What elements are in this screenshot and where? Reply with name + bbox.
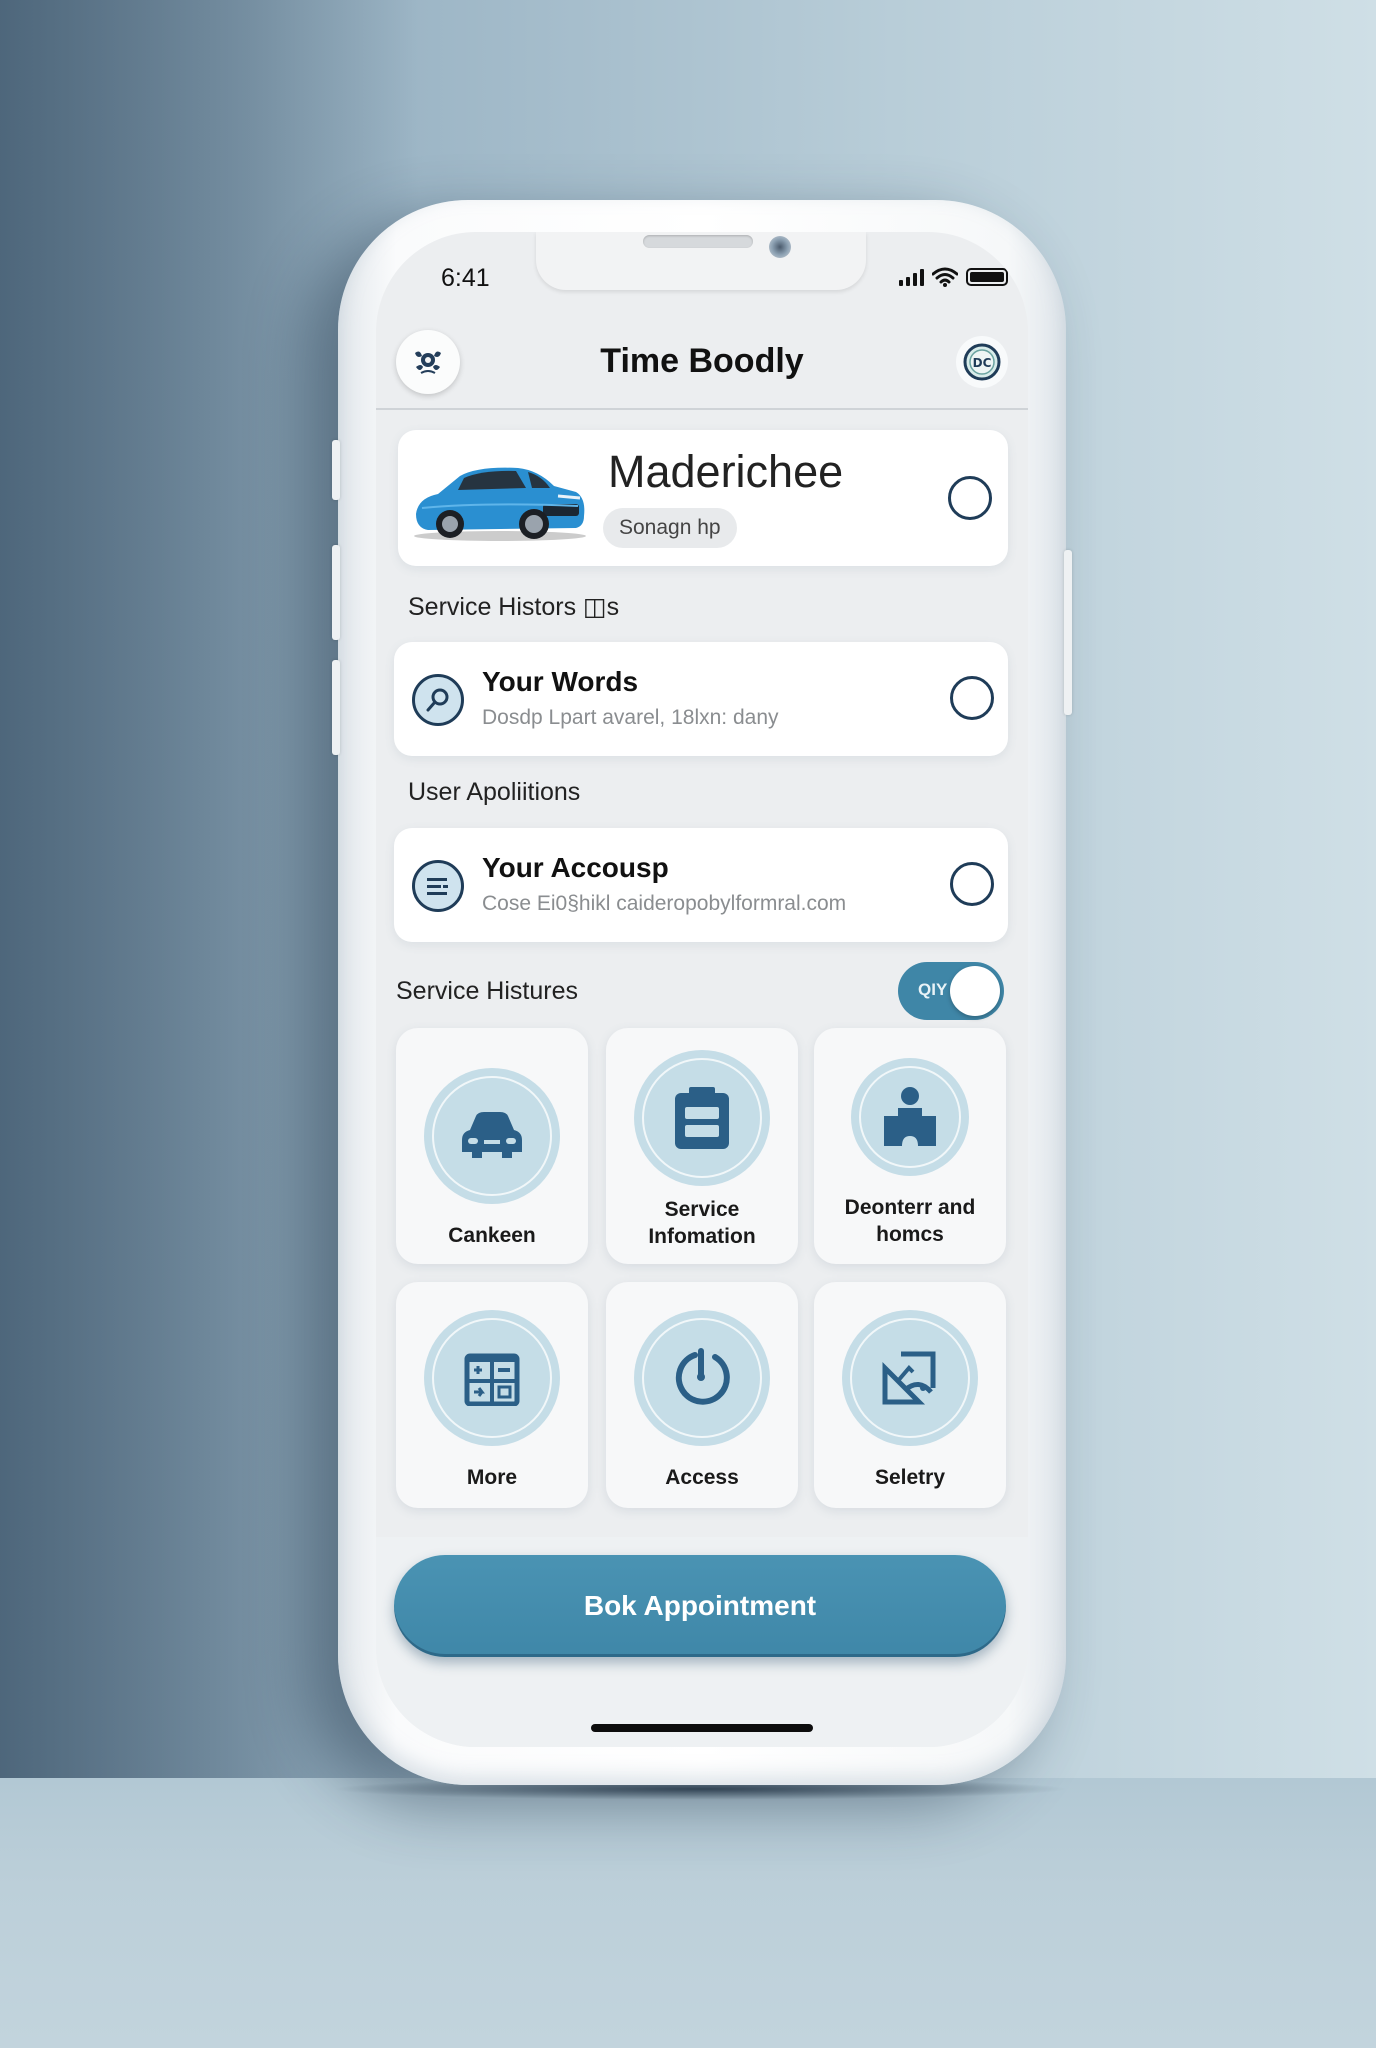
- phone-volume-down-button: [332, 660, 340, 755]
- tile-icon-circle: [424, 1310, 560, 1446]
- app-screen: 6:41 Time Boodly DC Maderichee Sonagn hp…: [376, 232, 1028, 1747]
- tile-deonterr-and-homcs[interactable]: Deonterr and homcs: [814, 1028, 1006, 1264]
- tile-access[interactable]: Access: [606, 1282, 798, 1508]
- calendar-grid-icon: [464, 1353, 520, 1406]
- clipboard-icon: [675, 1087, 729, 1149]
- list-item-icon-container: [412, 860, 464, 912]
- list-item-icon-container: [412, 674, 464, 726]
- speaker-grille: [643, 235, 753, 248]
- power-icon: [675, 1348, 730, 1405]
- section-service-histures: Service Histures: [396, 977, 578, 1005]
- toggle-label: QIY: [918, 980, 948, 999]
- edit-document-icon: [882, 1351, 936, 1405]
- tile-cankeen[interactable]: Cankeen: [396, 1028, 588, 1264]
- tile-seletry[interactable]: Seletry: [814, 1282, 1006, 1508]
- tile-label: Cankeen: [448, 1224, 536, 1247]
- tile-icon-circle: [634, 1050, 770, 1186]
- badge-icon: DC: [963, 343, 1001, 381]
- person-building-icon: [884, 1087, 936, 1146]
- battery-icon: [966, 268, 1008, 286]
- tile-service-information[interactable]: Service Infomation: [606, 1028, 798, 1264]
- vehicle-name: Maderichee: [608, 446, 844, 497]
- tile-label: Service Infomation: [648, 1198, 756, 1248]
- car-icon: [462, 1112, 522, 1158]
- vehicle-chip[interactable]: Sonagn hp: [603, 508, 737, 548]
- tile-more[interactable]: More: [396, 1282, 588, 1508]
- tile-icon-circle: [842, 1310, 978, 1446]
- home-indicator[interactable]: [591, 1724, 813, 1732]
- list-item-radio[interactable]: [950, 676, 994, 720]
- tile-label: More: [466, 1466, 518, 1489]
- page-title: Time Boodly: [600, 342, 804, 380]
- book-appointment-button[interactable]: Bok Appointment: [394, 1555, 1006, 1657]
- phone-power-button: [1064, 550, 1072, 715]
- search-person-icon: [426, 688, 449, 712]
- status-icons: [899, 267, 1008, 287]
- list-item-subtitle: Dosdp Lpart avarel, 18lxn: dany: [482, 706, 779, 729]
- tile-icon-circle: [851, 1058, 969, 1176]
- tile-label: Seletry: [874, 1466, 946, 1489]
- header-divider: [376, 408, 1028, 410]
- menu-list-icon: [427, 878, 448, 895]
- list-item-your-account[interactable]: Your Accousp Cose Ei0§hikl caideropobylf…: [394, 828, 1008, 942]
- header-right-button[interactable]: DC: [956, 336, 1008, 388]
- cellular-signal-icon: [899, 268, 924, 286]
- app-header: Time Boodly DC: [376, 324, 1028, 410]
- section-service-history: Service Histors ◫s: [408, 593, 620, 621]
- front-camera: [769, 236, 791, 258]
- list-item-subtitle: Cose Ei0§hikl caideropobylformral.com: [482, 892, 847, 915]
- notch: [536, 232, 866, 290]
- tile-label: Deonterr and homcs: [844, 1196, 976, 1246]
- status-time: 6:41: [441, 264, 490, 292]
- wifi-icon: [932, 267, 958, 287]
- vehicle-radio[interactable]: [948, 476, 992, 520]
- vehicle-image: [414, 467, 586, 541]
- phone-mute-switch: [332, 440, 340, 500]
- service-toggle[interactable]: QIY: [898, 962, 1004, 1020]
- tile-icon-circle: [424, 1068, 560, 1204]
- section-user-applications: User Apoliitions: [408, 778, 581, 806]
- phone-volume-up-button: [332, 545, 340, 640]
- floor: [0, 1778, 1376, 2048]
- list-item-title: Your Accousp: [482, 852, 669, 883]
- list-item-your-words[interactable]: Your Words Dosdp Lpart avarel, 18lxn: da…: [394, 642, 1008, 756]
- list-item-radio[interactable]: [950, 862, 994, 906]
- toggle-knob: [950, 966, 1000, 1016]
- vehicle-card[interactable]: Maderichee Sonagn hp: [398, 430, 1008, 566]
- list-item-title: Your Words: [482, 666, 639, 697]
- svg-text:DC: DC: [973, 356, 992, 370]
- tile-icon-circle: [634, 1310, 770, 1446]
- phone-device: 6:41 Time Boodly DC Maderichee Sonagn hp…: [332, 200, 1072, 1785]
- tile-label: Access: [665, 1466, 739, 1489]
